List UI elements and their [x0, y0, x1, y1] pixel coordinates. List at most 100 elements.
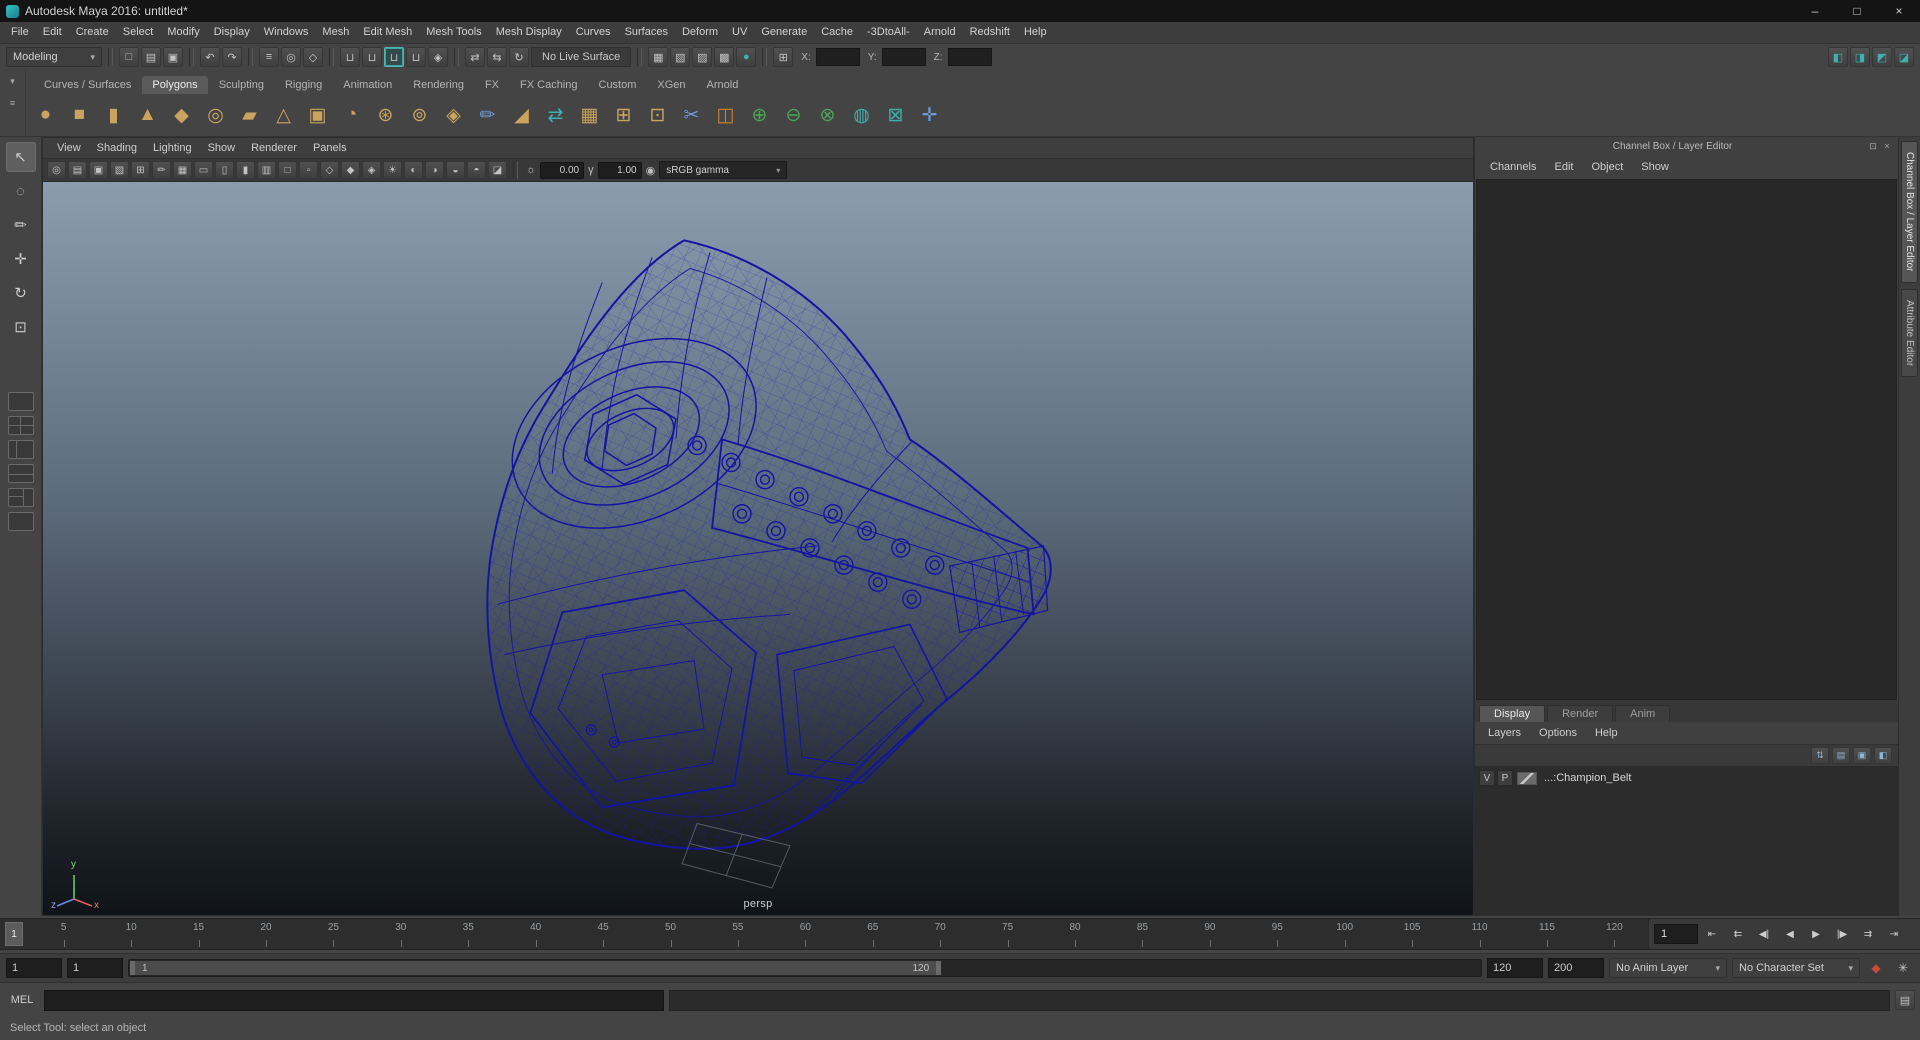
- poly-mirror-icon[interactable]: ◫: [710, 100, 741, 131]
- viewport-menu-item[interactable]: Shading: [89, 142, 145, 154]
- channel-box-menu-item[interactable]: Channels: [1481, 161, 1545, 173]
- poly-soccer-ball-icon[interactable]: ⊚: [404, 100, 435, 131]
- menu-item[interactable]: Select: [116, 22, 161, 43]
- shelf-menu-icon[interactable]: ≡: [5, 96, 21, 110]
- poly-cylinder-icon[interactable]: ▮: [98, 100, 129, 131]
- menu-item[interactable]: Help: [1017, 22, 1054, 43]
- toggle-tool-settings-icon[interactable]: ◩: [1872, 47, 1892, 67]
- close-button[interactable]: ×: [1878, 0, 1920, 22]
- shelf-tab[interactable]: XGen: [647, 76, 695, 94]
- gamma-icon[interactable]: γ: [588, 164, 594, 176]
- anim-layer-dropdown[interactable]: No Anim Layer ▾: [1609, 958, 1727, 978]
- channel-box-menu-item[interactable]: Object: [1582, 161, 1632, 173]
- new-empty-layer-icon[interactable]: ▤: [1832, 747, 1850, 764]
- playback-end-field[interactable]: 120: [1487, 958, 1543, 978]
- menu-item[interactable]: Redshift: [963, 22, 1017, 43]
- command-mode-toggle[interactable]: MEL: [5, 994, 39, 1006]
- snap-to-curves-icon[interactable]: ⊔: [362, 47, 382, 67]
- poly-platonic-solid-icon[interactable]: ◈: [438, 100, 469, 131]
- toggle-modeling-toolkit-icon[interactable]: ◧: [1828, 47, 1848, 67]
- poly-wedge-icon[interactable]: ◢: [506, 100, 537, 131]
- isolate-select-icon[interactable]: ◪: [488, 161, 507, 179]
- viewport-menu-item[interactable]: Lighting: [145, 142, 200, 154]
- menu-item[interactable]: Arnold: [917, 22, 963, 43]
- scale-tool-icon[interactable]: ⊡: [6, 312, 36, 342]
- shelf-tab[interactable]: Polygons: [142, 76, 208, 94]
- two-d-pan-zoom-icon[interactable]: ⊞: [131, 161, 150, 179]
- time-slider-ruler[interactable]: 1 5 10 15 20 25 30 35 40 45 50 55 60 65 …: [0, 919, 1648, 949]
- shelf-tab[interactable]: Animation: [333, 76, 402, 94]
- camera-attributes-icon[interactable]: ▤: [68, 161, 87, 179]
- menu-item[interactable]: Cache: [814, 22, 860, 43]
- shelf-tab[interactable]: Rendering: [403, 76, 474, 94]
- close-panel-icon[interactable]: ×: [1880, 139, 1894, 153]
- menu-item[interactable]: Windows: [257, 22, 316, 43]
- image-plane-icon[interactable]: ▧: [110, 161, 129, 179]
- play-backwards-icon[interactable]: ◀: [1778, 923, 1802, 945]
- toggle-attribute-editor-icon[interactable]: ◨: [1850, 47, 1870, 67]
- gamma-field[interactable]: 1.00: [597, 161, 642, 179]
- layer-visible-toggle[interactable]: V: [1479, 770, 1495, 786]
- command-result-area[interactable]: [669, 989, 1890, 1011]
- animation-preferences-icon[interactable]: ✳: [1892, 958, 1914, 978]
- select-by-component-icon[interactable]: ◇: [303, 47, 323, 67]
- poly-cone-icon[interactable]: ▲: [132, 100, 163, 131]
- maximize-button[interactable]: □: [1836, 0, 1878, 22]
- menu-item[interactable]: Mesh: [315, 22, 356, 43]
- menu-item[interactable]: Edit: [36, 22, 69, 43]
- poly-sphere-icon[interactable]: ●: [30, 100, 61, 131]
- resolution-gate-icon[interactable]: ▯: [215, 161, 234, 179]
- channel-box-menu-item[interactable]: Edit: [1545, 161, 1582, 173]
- poly-pyramid-icon[interactable]: △: [268, 100, 299, 131]
- shelf-tab[interactable]: Arnold: [697, 76, 749, 94]
- menuset-selector[interactable]: Modeling ▾: [6, 47, 102, 67]
- outputs-from-selected-icon[interactable]: ⇆: [487, 47, 507, 67]
- character-set-dropdown[interactable]: No Character Set ▾: [1732, 958, 1860, 978]
- playback-start-field[interactable]: 1: [6, 958, 62, 978]
- motion-blur-icon[interactable]: ◒: [446, 161, 465, 179]
- bookmark-icon[interactable]: ▣: [89, 161, 108, 179]
- shelf-tab[interactable]: Sculpting: [209, 76, 274, 94]
- poly-gear-icon[interactable]: ⊛: [370, 100, 401, 131]
- x-input[interactable]: [815, 48, 860, 66]
- script-editor-icon[interactable]: ▤: [1895, 990, 1915, 1010]
- new-scene-icon[interactable]: □: [119, 47, 139, 67]
- lock-camera-icon[interactable]: ◎: [47, 161, 66, 179]
- undo-icon[interactable]: ↶: [200, 47, 220, 67]
- current-frame-field[interactable]: 1: [1654, 924, 1698, 944]
- select-tool-icon[interactable]: ↖: [5, 142, 36, 172]
- go-to-end-icon[interactable]: ⇥: [1882, 923, 1906, 945]
- current-time-marker[interactable]: 1: [5, 922, 23, 946]
- poly-prism-icon[interactable]: ▰: [234, 100, 265, 131]
- poly-pipe-icon[interactable]: ▣: [302, 100, 333, 131]
- exposure-icon[interactable]: ☼: [526, 164, 536, 176]
- move-tool-icon[interactable]: ✛: [6, 244, 36, 274]
- boolean-difference-icon[interactable]: ⊖: [778, 100, 809, 131]
- construction-history-icon[interactable]: ↻: [509, 47, 529, 67]
- render-current-frame-icon[interactable]: ▧: [670, 47, 691, 67]
- modeling-toolkit-icon[interactable]: ✛: [914, 100, 945, 131]
- shadows-icon[interactable]: ◐: [404, 161, 423, 179]
- boolean-intersection-icon[interactable]: ⊗: [812, 100, 843, 131]
- step-back-frame-icon[interactable]: ⇇: [1726, 923, 1750, 945]
- color-management-icon[interactable]: ◉: [646, 164, 656, 177]
- poly-cube-icon[interactable]: ■: [64, 100, 95, 131]
- viewport-canvas[interactable]: y x z persp: [43, 182, 1473, 915]
- quad-draw-icon[interactable]: ⇄: [540, 100, 571, 131]
- layer-editor-tab[interactable]: Anim: [1615, 705, 1671, 722]
- smooth-icon[interactable]: ◍: [846, 100, 877, 131]
- menu-item[interactable]: Edit Mesh: [356, 22, 419, 43]
- layer-editor-tab[interactable]: Display: [1479, 705, 1546, 722]
- shaded-mode-icon[interactable]: ◆: [341, 161, 360, 179]
- sculpt-tool-icon[interactable]: ✏: [472, 100, 503, 131]
- inputs-to-selected-icon[interactable]: ⇄: [465, 47, 485, 67]
- dock-panel-icon[interactable]: ⊡: [1866, 139, 1880, 153]
- channel-list-area[interactable]: [1476, 179, 1897, 700]
- use-all-lights-icon[interactable]: ☀: [383, 161, 402, 179]
- menu-item[interactable]: -3DtoAll-: [860, 22, 917, 43]
- multi-cut-icon[interactable]: ✂: [676, 100, 707, 131]
- toggle-channel-box-icon[interactable]: ◪: [1894, 47, 1914, 67]
- color-space-dropdown[interactable]: sRGB gamma ▾: [659, 161, 788, 179]
- live-surface-selector[interactable]: No Live Surface: [531, 47, 632, 67]
- dock-tab[interactable]: Channel Box / Layer Editor: [1901, 141, 1918, 283]
